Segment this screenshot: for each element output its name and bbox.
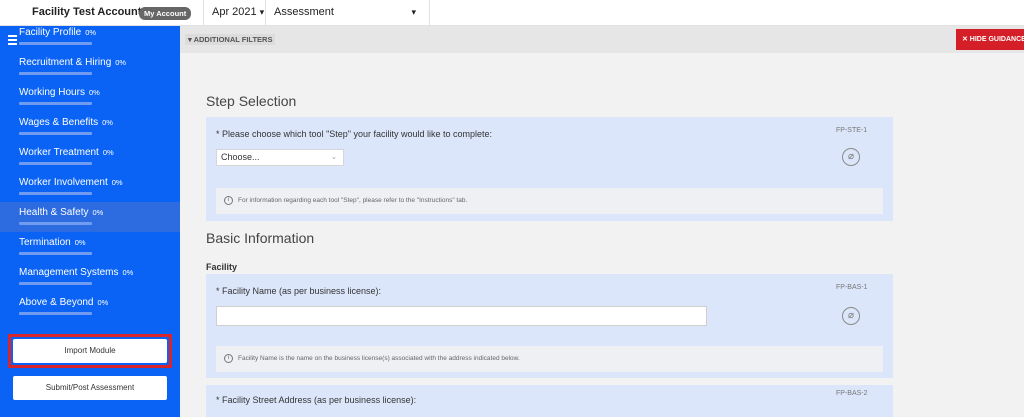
section-title-basic-information: Basic Information <box>206 230 315 246</box>
filter-bar: ▾ ADDITIONAL FILTERS ✕ HIDE GUIDANCE <box>180 26 1024 53</box>
info-icon: i <box>224 196 233 205</box>
sidebar-item-worker-treatment[interactable]: Worker Treatment 0% <box>0 142 180 172</box>
sidebar-item-wages-benefits[interactable]: Wages & Benefits 0% <box>0 112 180 142</box>
sidebar-item-above-beyond[interactable]: Above & Beyond 0% <box>0 292 180 322</box>
chevron-down-icon: ⌄ <box>331 154 337 161</box>
sidebar-item-percent: 0% <box>102 118 113 127</box>
my-account-badge[interactable]: My Account <box>139 7 192 20</box>
divider <box>203 0 204 26</box>
divider <box>265 0 266 26</box>
progress-bar <box>19 132 92 135</box>
question-text: * Facility Street Address (as per busine… <box>216 395 417 405</box>
question-code: FP-BAS-2 <box>836 390 868 397</box>
progress-bar <box>19 42 92 45</box>
sidebar-item-percent: 0% <box>88 88 100 97</box>
sidebar-item-percent: 0% <box>111 178 123 187</box>
submit-assessment-button[interactable]: Submit/Post Assessment <box>13 376 167 400</box>
progress-bar <box>19 162 92 165</box>
additional-filters-button[interactable]: ▾ ADDITIONAL FILTERS <box>185 34 276 45</box>
assessment-value: Assessment <box>274 6 334 18</box>
facility-name-input[interactable] <box>216 306 707 326</box>
progress-bar <box>19 312 92 315</box>
paperclip-icon[interactable]: ⌀ <box>842 148 860 166</box>
month-selector[interactable]: Apr 2021 ▾ <box>212 6 264 18</box>
sidebar-item-recruitment-hiring[interactable]: Recruitment & Hiring 0% <box>0 52 180 82</box>
sidebar-item-percent: 0% <box>85 28 97 37</box>
step-select[interactable]: Choose... ⌄ <box>216 149 344 166</box>
sidebar-item-management-systems[interactable]: Management Systems 0% <box>0 262 180 292</box>
sidebar-item-percent: 0% <box>92 208 104 217</box>
sidebar-item-label: Worker Treatment 0% <box>19 147 114 158</box>
progress-bar <box>19 192 92 195</box>
progress-bar <box>19 102 92 105</box>
progress-bar <box>19 222 92 225</box>
main-content: Step Selection * Please choose which too… <box>180 53 1024 417</box>
sidebar-item-termination[interactable]: Termination 0% <box>0 232 180 262</box>
sidebar-item-percent: 0% <box>97 298 109 307</box>
sidebar-item-working-hours[interactable]: Working Hours 0% <box>0 82 180 112</box>
account-name: Facility Test Account 2 <box>32 6 151 18</box>
guidance-text: For information regarding each tool "Ste… <box>238 197 468 204</box>
sidebar-item-label: Wages & Benefits 0% <box>19 117 113 128</box>
question-box-street-address: * Facility Street Address (as per busine… <box>206 385 893 417</box>
top-bar: Facility Test Account 2 My Account Apr 2… <box>0 0 1024 26</box>
sidebar-item-label: Recruitment & Hiring 0% <box>19 57 127 68</box>
question-box-step: * Please choose which tool "Step" your f… <box>206 117 893 221</box>
sidebar-item-percent: 0% <box>115 58 127 67</box>
section-title-step-selection: Step Selection <box>206 93 297 109</box>
progress-bar <box>19 252 92 255</box>
guidance-note: i For information regarding each tool "S… <box>216 188 883 214</box>
question-text: * Please choose which tool "Step" your f… <box>216 129 493 139</box>
sidebar-item-worker-involvement[interactable]: Worker Involvement 0% <box>0 172 180 202</box>
sidebar-item-percent: 0% <box>74 238 86 247</box>
sidebar-item-health-safety[interactable]: Health & Safety 0% <box>0 202 180 232</box>
sidebar-item-label: Worker Involvement 0% <box>19 177 123 188</box>
hide-guidance-button[interactable]: ✕ HIDE GUIDANCE <box>956 29 1024 50</box>
question-code: FP-STE-1 <box>836 127 868 134</box>
guidance-note: i Facility Name is the name on the busin… <box>216 346 883 372</box>
sidebar-item-label: Health & Safety 0% <box>19 207 104 218</box>
month-value: Apr 2021 <box>212 6 257 18</box>
import-module-button[interactable]: Import Module <box>13 339 167 363</box>
subsection-label: Facility <box>206 262 238 272</box>
question-text: * Facility Name (as per business license… <box>216 286 382 296</box>
assessment-selector[interactable]: Assessment ▾ <box>274 6 422 18</box>
sidebar-item-label: Facility Profile 0% <box>19 27 97 38</box>
progress-bar <box>19 282 92 285</box>
paperclip-icon[interactable]: ⌀ <box>842 307 860 325</box>
guidance-text: Facility Name is the name on the busines… <box>238 355 520 362</box>
sidebar-item-label: Termination 0% <box>19 237 86 248</box>
divider <box>429 0 430 26</box>
question-box-facility-name: * Facility Name (as per business license… <box>206 274 893 378</box>
chevron-down-icon: ▾ <box>259 7 265 17</box>
question-code: FP-BAS-1 <box>836 284 868 291</box>
select-value: Choose... <box>221 152 260 162</box>
sidebar-item-label: Working Hours 0% <box>19 87 100 98</box>
sidebar-item-label: Above & Beyond 0% <box>19 297 109 308</box>
sidebar-item-percent: 0% <box>122 268 134 277</box>
sidebar-item-percent: 0% <box>102 148 114 157</box>
sidebar-item-label: Management Systems 0% <box>19 267 134 278</box>
info-icon: i <box>224 354 233 363</box>
progress-bar <box>19 72 92 75</box>
chevron-down-icon: ▾ <box>411 7 416 17</box>
sidebar: Facility Profile 0% Recruitment & Hiring 0… <box>0 26 180 417</box>
